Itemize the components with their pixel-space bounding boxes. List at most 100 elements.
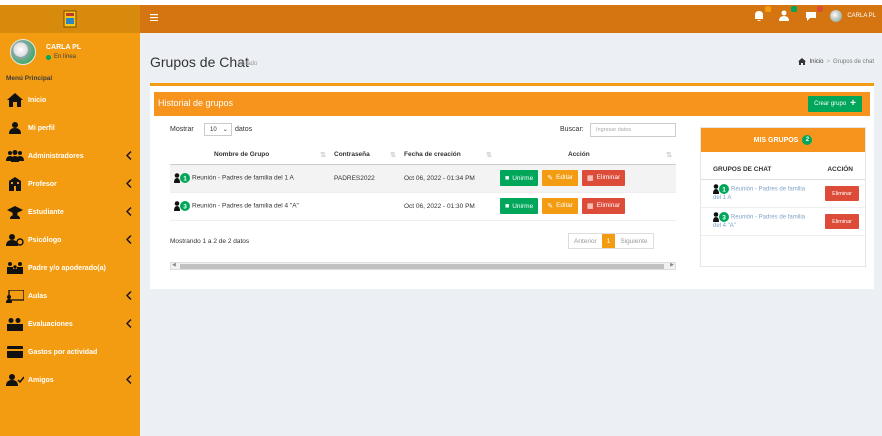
edit-button[interactable]: ✎ Editar — [542, 197, 579, 214]
pencil-icon: ✎ — [547, 202, 554, 210]
sidebar-item-profesor[interactable]: Profesor — [0, 170, 140, 198]
menu-header: Menú Principal — [6, 75, 53, 82]
sidebar-item-administradores[interactable]: Administradores — [0, 142, 140, 170]
group-name-cell: 1 Reunión - Padres de familia del 1 A — [170, 164, 330, 193]
sidebar-item-psicólogo[interactable]: Psicólogo — [0, 226, 140, 254]
sidebar: CARLA PL En línea Menú Principal Inicio M… — [0, 5, 140, 436]
join-button[interactable]: ■ Unirme — [500, 170, 539, 187]
created-cell: Oct 06, 2022 - 01:30 PM — [400, 192, 496, 221]
chevron-left-icon — [126, 150, 134, 162]
home-icon — [798, 58, 807, 65]
building-icon — [6, 177, 24, 191]
messages-icon[interactable] — [804, 6, 824, 23]
chevron-left-icon — [126, 178, 134, 190]
friend-requests-icon[interactable] — [778, 6, 798, 23]
my-groups-columns: GRUPOS DE CHAT ACCIÓN — [701, 152, 865, 180]
page-1-button[interactable]: 1 — [601, 234, 616, 248]
sidebar-item-padre-y-o-apoderado-a[interactable]: Padre y/o apoderado(a) — [0, 254, 140, 282]
breadcrumb-home-link[interactable]: Inicio — [809, 59, 823, 65]
join-button[interactable]: ■ Unirme — [500, 198, 539, 215]
page-size-value: 10 — [210, 126, 217, 133]
column-header-password[interactable]: Contraseña ⇅ — [330, 146, 400, 165]
sidebar-item-label: Padre y/o apoderado(a) — [28, 264, 106, 272]
remove-group-button[interactable]: Eliminar — [825, 186, 859, 201]
svg-text:1: 1 — [183, 175, 187, 182]
create-group-button[interactable]: Crear grupo + — [808, 96, 862, 112]
user-menu[interactable]: CARLA PL — [830, 10, 876, 22]
my-groups-col-action: ACCIÓN — [827, 166, 853, 173]
search-label: Buscar: — [560, 126, 584, 133]
search-input[interactable]: Ingresar datos — [590, 123, 676, 137]
my-groups-list: 1 Reunión - Padres de familia del 1 A Elim… — [701, 180, 865, 236]
family-icon — [6, 262, 24, 274]
hamburger-menu-icon[interactable] — [150, 14, 158, 21]
logo[interactable] — [0, 5, 140, 33]
edit-button[interactable]: ✎ Editar — [542, 169, 579, 186]
group-name-cell: 3 Reunión - Padres de familia del 4 "A" — [170, 192, 330, 221]
user-icon — [6, 122, 24, 134]
notifications-icon[interactable] — [752, 6, 772, 23]
avatar — [10, 39, 36, 65]
my-group-link[interactable]: 3 Reunión - Padres de familia del 4 "A" — [713, 212, 813, 230]
column-header-group-name[interactable]: Nombre de Grupo ⇅ — [170, 146, 330, 165]
horizontal-scrollbar[interactable]: ◀ ▶ — [170, 262, 676, 270]
chevron-left-icon — [126, 234, 134, 246]
svg-text:3: 3 — [722, 215, 726, 222]
sidebar-item-gastos-por-actividad[interactable]: Gastos por actividad — [0, 338, 140, 366]
breadcrumb-current: Grupos de chat — [832, 58, 874, 65]
users-icon — [6, 150, 24, 162]
online-dot-icon — [46, 54, 51, 60]
my-groups-title: MIS GRUPOS — [753, 136, 799, 144]
delete-button[interactable]: ▦ Eliminar — [582, 197, 626, 214]
page-title: Grupos de Chat — [150, 54, 249, 70]
action-cell: ■ Unirme ✎ Editar ▦ Eliminar — [496, 192, 676, 221]
table-row: 1 Reunión - Padres de familia del 1 A PADR… — [170, 164, 676, 193]
my-groups-header: MIS GRUPOS 2 — [701, 128, 865, 152]
remove-group-button[interactable]: Eliminar — [825, 214, 859, 229]
graduation-icon — [6, 205, 24, 219]
sidebar-item-amigos[interactable]: Amigos — [0, 366, 140, 394]
chevron-left-icon — [126, 206, 134, 218]
sidebar-item-label: Inicio — [28, 96, 47, 104]
page-size-select[interactable]: 10 ⌄ — [204, 123, 232, 136]
trash-icon: ▦ — [587, 202, 594, 210]
classroom-icon — [6, 289, 24, 303]
column-header-action[interactable]: Acción ⇅ — [496, 146, 676, 165]
comment-icon: ■ — [505, 202, 510, 210]
breadcrumb-separator: > — [826, 58, 830, 65]
scrollbar-thumb[interactable] — [180, 264, 664, 269]
scroll-left-icon[interactable]: ◀ — [172, 262, 176, 268]
chevron-left-icon — [126, 318, 134, 330]
list-item: 1 Reunión - Padres de familia del 1 A Elim… — [701, 180, 865, 208]
user-name: CARLA PL — [46, 44, 82, 51]
panel-title: Historial de grupos — [158, 98, 234, 108]
group-users-icon: 1 — [713, 184, 729, 195]
sidebar-item-label: Gastos por actividad — [28, 348, 98, 356]
header-avatar — [830, 10, 843, 22]
sidebar-item-evaluaciones[interactable]: Evaluaciones — [0, 310, 140, 338]
pagination: Anterior 1 Siguiente — [568, 233, 654, 249]
delete-button[interactable]: ▦ Eliminar — [582, 169, 626, 186]
header-user-name: CARLA PL — [847, 13, 876, 19]
sidebar-menu: Inicio Mi perfil Administradores Profesor Es… — [0, 86, 140, 394]
sidebar-item-label: Evaluaciones — [28, 320, 73, 328]
groups-table: Nombre de Grupo ⇅ Contraseña ⇅ Fecha de cr… — [170, 146, 676, 221]
group-users-icon: 3 — [174, 201, 190, 211]
sidebar-item-mi-perfil[interactable]: Mi perfil — [0, 114, 140, 142]
my-groups-count-badge: 2 — [802, 135, 813, 145]
sidebar-item-aulas[interactable]: Aulas — [0, 282, 140, 310]
sidebar-item-inicio[interactable]: Inicio — [0, 86, 140, 114]
password-cell: PADRES2022 — [330, 164, 400, 193]
sidebar-item-label: Mi perfil — [28, 124, 55, 132]
previous-page-button[interactable]: Anterior — [569, 234, 602, 248]
scroll-right-icon[interactable]: ▶ — [670, 262, 674, 268]
sidebar-item-estudiante[interactable]: Estudiante — [0, 198, 140, 226]
sidebar-item-label: Profesor — [28, 180, 57, 188]
column-header-created[interactable]: Fecha de creación ⇅ — [400, 146, 496, 165]
next-page-button[interactable]: Siguiente — [615, 234, 652, 248]
my-group-link[interactable]: 1 Reunión - Padres de familia del 1 A — [713, 184, 813, 202]
show-entries-label: Mostrar — [170, 126, 194, 133]
user-doctor-icon — [6, 234, 24, 246]
search-placeholder: Ingresar datos — [596, 127, 632, 133]
show-entries-suffix: datos — [235, 126, 253, 133]
